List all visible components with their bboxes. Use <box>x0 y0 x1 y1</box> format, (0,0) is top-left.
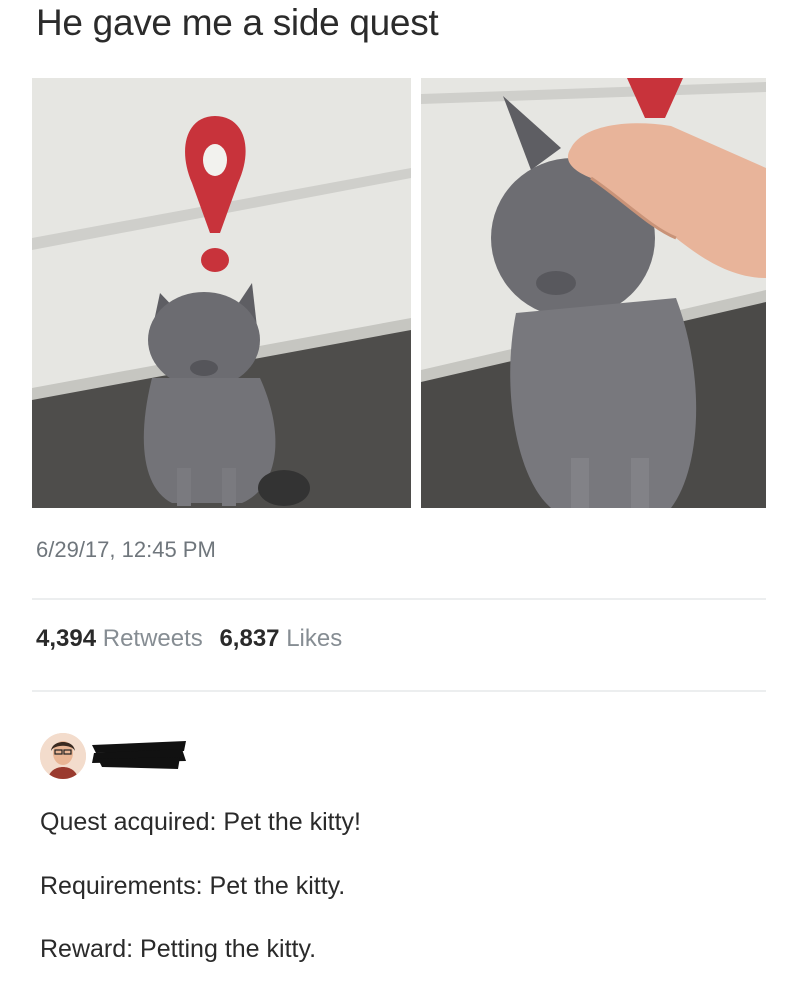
tweet-text: He gave me a side quest <box>36 2 439 43</box>
cat-quest-marker-illustration <box>32 78 411 508</box>
redacted-username <box>92 739 186 769</box>
reply-text-line: Quest acquired: Pet the kitty! <box>40 808 361 836</box>
tweet-timestamp[interactable]: 6/29/17, 12:45 PM <box>36 537 216 563</box>
divider <box>32 690 766 692</box>
tweet-photo-cat-with-quest-marker[interactable] <box>32 78 411 508</box>
reply-text-line: Reward: Petting the kitty. <box>40 935 317 963</box>
petting-cat-illustration <box>421 78 766 508</box>
retweets-count[interactable]: 4,394 <box>36 625 96 652</box>
avatar[interactable] <box>40 733 86 779</box>
tweet-photo-petting-cat[interactable] <box>421 78 766 508</box>
retweets-label[interactable]: Retweets <box>103 625 203 652</box>
divider <box>32 598 766 600</box>
likes-count[interactable]: 6,837 <box>219 625 279 652</box>
avatar-icon <box>40 733 86 779</box>
likes-label[interactable]: Likes <box>286 625 342 652</box>
tweet-stats: 4,394 Retweets 6,837 Likes <box>36 625 352 653</box>
reply-text-line: Requirements: Pet the kitty. <box>40 872 346 900</box>
